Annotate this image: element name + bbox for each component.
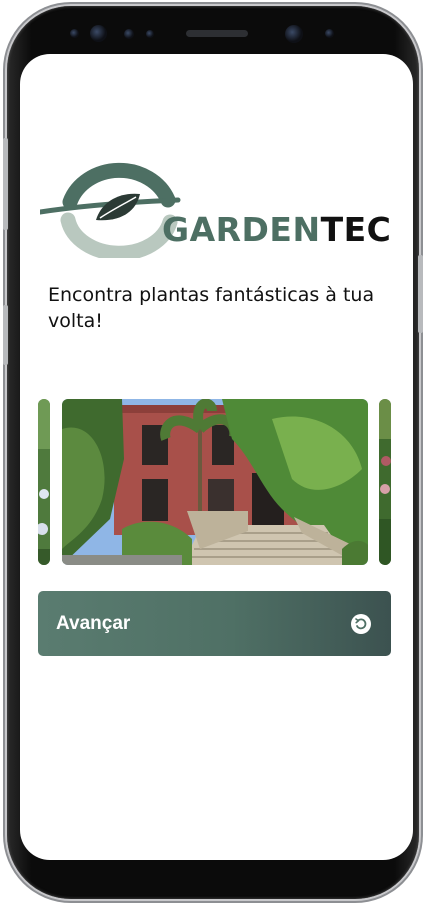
sensor-icon xyxy=(146,30,154,38)
phone-top-bezel xyxy=(0,22,426,48)
sensor-icon xyxy=(124,29,134,39)
page-headline: Encontra plantas fantásticas à tua volta… xyxy=(48,284,375,332)
image-carousel[interactable] xyxy=(20,399,413,565)
advance-button[interactable]: Avançar xyxy=(38,591,391,656)
refresh-arrow-icon xyxy=(355,617,367,629)
garden-photo xyxy=(379,399,391,565)
brand-tec-text: TEC xyxy=(320,210,392,249)
sensor-icon xyxy=(325,29,334,38)
brand-garden-text: GARDEN xyxy=(162,210,321,249)
brand-wordmark: GARDENTEC xyxy=(162,210,391,249)
gardentec-logo: GARDENTEC xyxy=(40,162,391,258)
bixby-button xyxy=(3,305,8,365)
garden-photo xyxy=(38,399,50,565)
arrow-circle-icon xyxy=(351,613,371,634)
sensor-icon xyxy=(90,25,107,42)
power-button xyxy=(418,255,423,333)
front-camera-icon xyxy=(285,25,303,43)
app-screen: GARDENTEC Encontra plantas fantásticas à… xyxy=(20,54,413,860)
carousel-slide-next[interactable] xyxy=(379,399,391,565)
advance-button-label: Avançar xyxy=(56,612,131,634)
carousel-slide-current[interactable] xyxy=(62,399,368,565)
volume-button xyxy=(3,138,8,230)
earpiece-speaker xyxy=(186,30,248,37)
botanical-building-photo xyxy=(62,399,368,565)
sensor-icon xyxy=(70,29,79,38)
carousel-slide-previous[interactable] xyxy=(38,399,50,565)
